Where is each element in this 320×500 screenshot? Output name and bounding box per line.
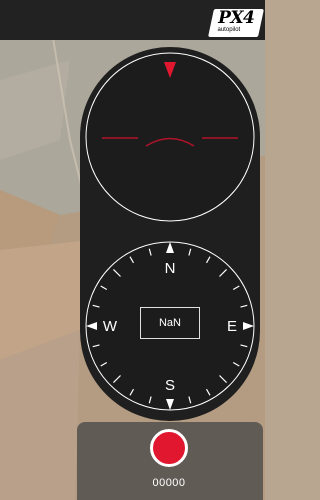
- compass-label-east: E: [227, 318, 237, 335]
- compass-label-west: W: [103, 318, 118, 335]
- compass-label-north: N: [165, 260, 176, 277]
- px4-logo: PX4 autopilot: [208, 8, 264, 37]
- attitude-indicator: [85, 52, 255, 222]
- top-toolbar: PX4 autopilot: [0, 0, 265, 40]
- heading-readout: NaN: [140, 307, 200, 339]
- recording-counter: 00000: [152, 477, 186, 489]
- compass-label-south: S: [165, 377, 175, 394]
- record-button[interactable]: [150, 429, 188, 467]
